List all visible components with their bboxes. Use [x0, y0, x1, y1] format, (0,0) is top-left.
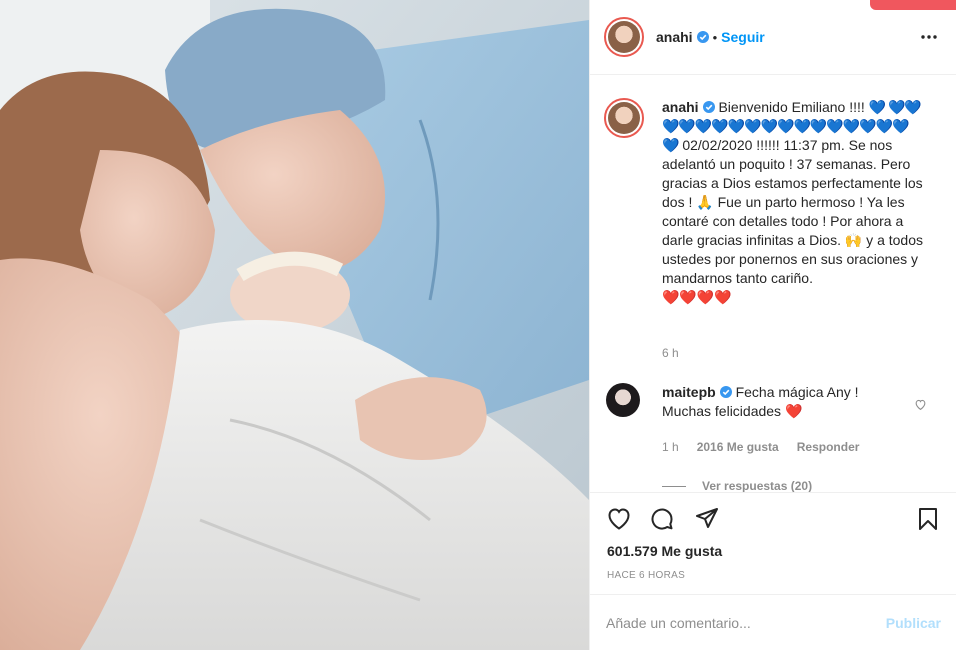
post-time-ago[interactable]: HACE 6 HORAS — [607, 570, 685, 581]
comment-text: maitepb Fecha mágica Any ! Muchas felici… — [662, 383, 902, 421]
commenter-username[interactable]: maitepb — [662, 384, 716, 400]
publish-button[interactable]: Publicar — [886, 615, 941, 631]
comment-icon[interactable] — [649, 506, 675, 532]
comment-heart: ❤️ — [784, 403, 803, 419]
action-bar — [590, 492, 956, 534]
follow-button[interactable]: Seguir — [721, 29, 765, 45]
comment-likes[interactable]: 2016 Me gusta — [697, 440, 779, 454]
verified-badge-icon — [719, 386, 732, 398]
view-replies-label: Ver respuestas (20) — [702, 479, 813, 492]
replies-divider — [662, 485, 686, 487]
newborn-photo-image — [0, 0, 589, 650]
red-hearts: ❤️❤️❤️❤️ — [662, 289, 732, 305]
post-header: anahi • Seguir — [590, 0, 956, 75]
author-username[interactable]: anahi — [656, 29, 693, 45]
separator-dot: • — [712, 29, 718, 45]
caption-username[interactable]: anahi — [662, 99, 699, 115]
ellipsis-icon[interactable] — [919, 27, 939, 47]
comment-input[interactable] — [606, 614, 886, 631]
verified-badge-icon — [702, 101, 715, 113]
like-comment-heart-icon[interactable] — [914, 398, 927, 411]
verified-badge-icon — [696, 31, 709, 43]
post-photo[interactable] — [0, 0, 589, 650]
caption-body: 02/02/2020 !!!!!! 11:37 pm. Se nos adela… — [662, 137, 923, 286]
commenter-avatar[interactable] — [606, 383, 640, 417]
author-avatar[interactable] — [604, 17, 644, 57]
comment-meta: 1 h 2016 Me gusta Responder — [662, 440, 859, 454]
caption-lead: Bienvenido Emiliano !!!! — [718, 99, 869, 115]
caption-text: anahi Bienvenido Emiliano !!!! 💙 💙💙💙💙💙💙💙… — [662, 98, 924, 307]
reply-button[interactable]: Responder — [797, 440, 860, 454]
share-icon[interactable] — [694, 506, 720, 532]
caption-author-avatar[interactable] — [604, 98, 644, 138]
comment-timestamp[interactable]: 1 h — [662, 440, 679, 454]
comments-area[interactable]: anahi Bienvenido Emiliano !!!! 💙 💙💙💙💙💙💙💙… — [590, 76, 956, 492]
caption: anahi Bienvenido Emiliano !!!! 💙 💙💙💙💙💙💙💙… — [604, 98, 944, 307]
bookmark-icon[interactable] — [915, 506, 941, 532]
comment-item: maitepb Fecha mágica Any ! Muchas felici… — [606, 383, 946, 421]
view-replies-button[interactable]: Ver respuestas (20) — [662, 479, 812, 492]
add-comment-bar: Publicar — [590, 594, 956, 650]
post-side-panel: anahi • Seguir anahi Bienvenido Emiliano… — [589, 0, 956, 650]
caption-timestamp[interactable]: 6 h — [662, 346, 679, 360]
heart-icon[interactable] — [606, 506, 632, 532]
likes-count[interactable]: 601.579 Me gusta — [607, 543, 722, 559]
